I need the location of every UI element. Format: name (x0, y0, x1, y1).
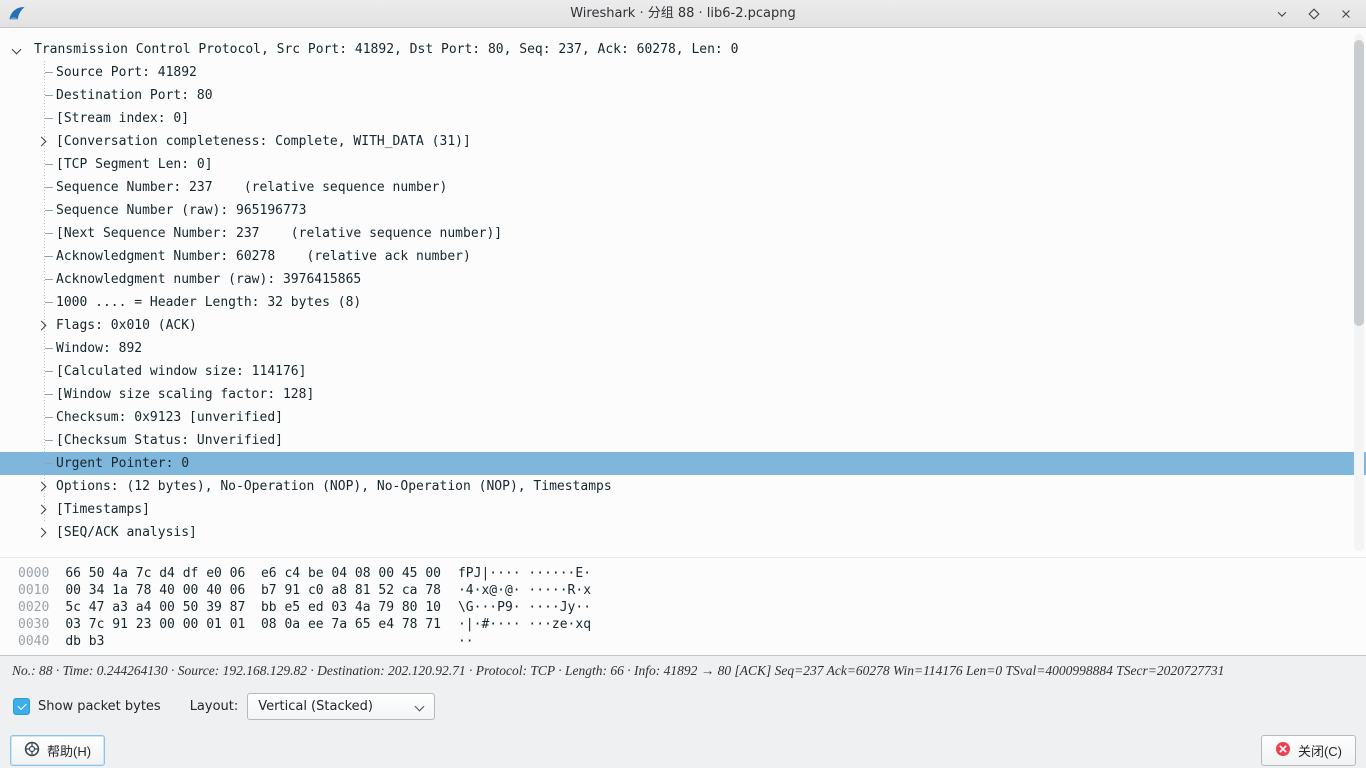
tree-item[interactable]: [TCP Segment Len: 0] (0, 153, 1366, 176)
help-button[interactable]: 帮助(H) (10, 735, 105, 766)
tree-item-label: Options: (12 bytes), No-Operation (NOP),… (56, 479, 612, 494)
tree-item-label: [TCP Segment Len: 0] (56, 157, 213, 172)
hex-bytes: db b3 (65, 633, 441, 650)
tree-item-label: [Calculated window size: 114176] (56, 364, 306, 379)
tree-item-label: Urgent Pointer: 0 (56, 456, 189, 471)
minimize-button[interactable] (1274, 6, 1290, 22)
tree-item[interactable]: Window: 892 (0, 337, 1366, 360)
tree-item-label: Window: 892 (56, 341, 142, 356)
tree-item[interactable]: [Window size scaling factor: 128] (0, 383, 1366, 406)
expand-chevron-icon[interactable] (37, 482, 47, 492)
packet-detail-pane: Transmission Control Protocol, Src Port:… (0, 28, 1366, 557)
close-button-label: 关闭(C) (1298, 741, 1342, 760)
expand-chevron-icon[interactable] (37, 505, 47, 515)
window-title: Wireshark · 分组 88 · lib6-2.pcapng (0, 0, 1366, 28)
tree-item[interactable]: Sequence Number: 237 (relative sequence … (0, 176, 1366, 199)
maximize-button[interactable] (1306, 6, 1322, 22)
tree-item-label: Destination Port: 80 (56, 88, 213, 103)
tree-item[interactable]: [Calculated window size: 114176] (0, 360, 1366, 383)
tree-item-label: Transmission Control Protocol, Src Port:… (34, 42, 738, 57)
hex-ascii: ·|·#···· ···ze·xq (458, 617, 591, 632)
tree-item-label: [SEQ/ACK analysis] (56, 525, 197, 540)
show-packet-bytes-checkbox[interactable] (13, 698, 30, 715)
tree-item-label: Source Port: 41892 (56, 65, 197, 80)
tree-item-label: Flags: 0x010 (ACK) (56, 318, 197, 333)
hex-row[interactable]: 0040 db b3 ·· (0, 633, 1366, 650)
expand-chevron-icon[interactable] (37, 321, 47, 331)
tree-item[interactable]: Destination Port: 80 (0, 84, 1366, 107)
layout-select-value: Vertical (Stacked) (258, 699, 373, 714)
tree-item-label: Sequence Number: 237 (relative sequence … (56, 180, 447, 195)
scrollbar-thumb[interactable] (1354, 40, 1364, 326)
tree-item-label: [Timestamps] (56, 502, 150, 517)
help-button-label: 帮助(H) (47, 741, 91, 760)
hex-ascii: ·4·x@·@· ·····R·x (458, 583, 591, 598)
tree-item[interactable]: [Timestamps] (0, 498, 1366, 521)
packet-bytes-pane[interactable]: 0000 66 50 4a 7c d4 df e0 06 e6 c4 be 04 … (0, 557, 1366, 656)
hex-offset: 0010 (0, 583, 49, 598)
tree-item[interactable]: [Stream index: 0] (0, 107, 1366, 130)
tree-item[interactable]: Checksum: 0x9123 [unverified] (0, 406, 1366, 429)
hex-bytes: 03 7c 91 23 00 00 01 01 08 0a ee 7a 65 e… (65, 616, 441, 633)
layout-label: Layout: (190, 699, 239, 714)
vertical-scrollbar[interactable] (1354, 34, 1364, 551)
expand-chevron-icon[interactable] (37, 137, 47, 147)
tree-item[interactable]: Source Port: 41892 (0, 61, 1366, 84)
collapse-chevron-icon[interactable] (12, 45, 22, 55)
hex-row[interactable]: 0020 5c 47 a3 a4 00 50 39 87 bb e5 ed 03 … (0, 599, 1366, 616)
tree-item[interactable]: 1000 .... = Header Length: 32 bytes (8) (0, 291, 1366, 314)
hex-row[interactable]: 0000 66 50 4a 7c d4 df e0 06 e6 c4 be 04 … (0, 565, 1366, 582)
tree-item[interactable]: [Checksum Status: Unverified] (0, 429, 1366, 452)
show-packet-bytes-label[interactable]: Show packet bytes (38, 699, 161, 714)
tree-item-label: [Window size scaling factor: 128] (56, 387, 314, 402)
tree-item-label: [Next Sequence Number: 237 (relative seq… (56, 226, 502, 241)
close-window-button[interactable] (1338, 6, 1354, 22)
tree-item-label: [Checksum Status: Unverified] (56, 433, 283, 448)
hex-offset: 0030 (0, 617, 49, 632)
close-button[interactable]: 关闭(C) (1261, 735, 1356, 766)
help-icon (24, 741, 40, 760)
packet-summary-line: No.: 88 · Time: 0.244264130 · Source: 19… (0, 663, 1366, 683)
close-icon (1275, 741, 1291, 760)
tree-item-label: 1000 .... = Header Length: 32 bytes (8) (56, 295, 361, 310)
expand-chevron-icon[interactable] (37, 528, 47, 538)
tree-item[interactable]: [SEQ/ACK analysis] (0, 521, 1366, 544)
hex-ascii: fPJ|···· ······E· (458, 566, 591, 581)
packet-detail-dialog: Wireshark · 分组 88 · lib6-2.pcapng Transm… (0, 0, 1366, 768)
layout-select[interactable]: Vertical (Stacked) (247, 693, 435, 720)
tree-item-label: [Stream index: 0] (56, 111, 189, 126)
tree-item[interactable]: Urgent Pointer: 0 (0, 452, 1366, 475)
tree-item[interactable]: Options: (12 bytes), No-Operation (NOP),… (0, 475, 1366, 498)
hex-offset: 0020 (0, 600, 49, 615)
hex-offset: 0000 (0, 566, 49, 581)
chevron-down-icon (415, 702, 425, 712)
dialog-footer: No.: 88 · Time: 0.244264130 · Source: 19… (0, 656, 1366, 768)
tree-item[interactable]: [Conversation completeness: Complete, WI… (0, 130, 1366, 153)
tree-item-label: Sequence Number (raw): 965196773 (56, 203, 306, 218)
hex-offset: 0040 (0, 634, 49, 649)
hex-bytes: 5c 47 a3 a4 00 50 39 87 bb e5 ed 03 4a 7… (65, 599, 441, 616)
checkmark-icon (17, 701, 26, 710)
hex-ascii: \G···P9· ····Jy·· (458, 600, 591, 615)
hex-bytes: 66 50 4a 7c d4 df e0 06 e6 c4 be 04 08 0… (65, 565, 441, 582)
titlebar: Wireshark · 分组 88 · lib6-2.pcapng (0, 0, 1366, 28)
tree-item[interactable]: Acknowledgment number (raw): 3976415865 (0, 268, 1366, 291)
tree-item[interactable]: Flags: 0x010 (ACK) (0, 314, 1366, 337)
hex-row[interactable]: 0030 03 7c 91 23 00 00 01 01 08 0a ee 7a … (0, 616, 1366, 633)
hex-ascii: ·· (458, 634, 474, 649)
tree-item-label: Checksum: 0x9123 [unverified] (56, 410, 283, 425)
tree-item[interactable]: [Next Sequence Number: 237 (relative seq… (0, 222, 1366, 245)
hex-row[interactable]: 0010 00 34 1a 78 40 00 40 06 b7 91 c0 a8 … (0, 582, 1366, 599)
tree-item-label: Acknowledgment Number: 60278 (relative a… (56, 249, 471, 264)
tree-item-tcp-root[interactable]: Transmission Control Protocol, Src Port:… (0, 38, 1366, 61)
tree-item[interactable]: Acknowledgment Number: 60278 (relative a… (0, 245, 1366, 268)
tree-item[interactable]: Sequence Number (raw): 965196773 (0, 199, 1366, 222)
hex-bytes: 00 34 1a 78 40 00 40 06 b7 91 c0 a8 81 5… (65, 582, 441, 599)
tree-item-label: [Conversation completeness: Complete, WI… (56, 134, 471, 149)
tree-item-label: Acknowledgment number (raw): 3976415865 (56, 272, 361, 287)
